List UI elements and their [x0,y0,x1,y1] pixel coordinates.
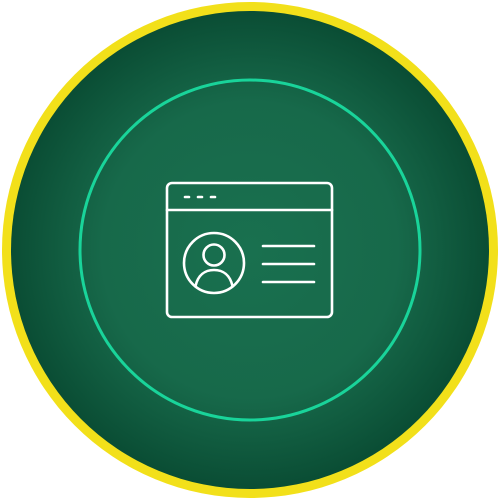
badge-disc [11,11,489,489]
badge-graphic [2,2,498,498]
profile-badge [0,0,500,500]
